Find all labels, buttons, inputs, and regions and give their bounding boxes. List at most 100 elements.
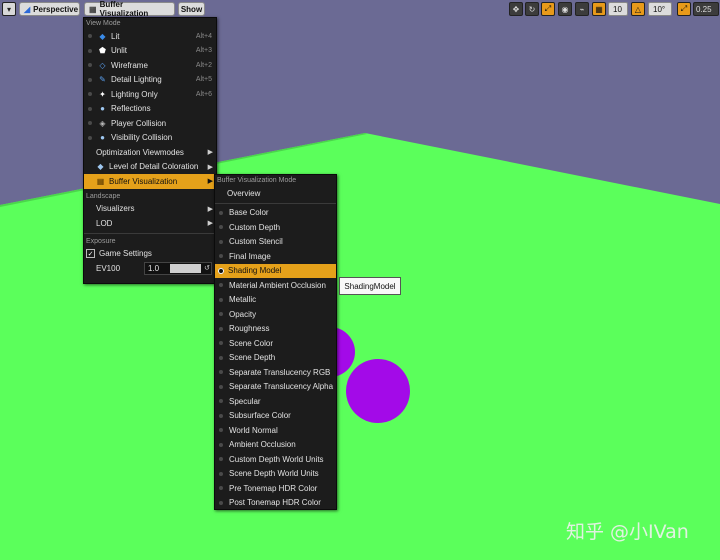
radio-dot-icon — [219, 486, 223, 491]
show-label: Show — [180, 4, 203, 14]
scale-icon[interactable]: ⤢ — [541, 2, 555, 16]
buffer-mode-item[interactable]: Base Color — [215, 206, 336, 221]
ev100-field[interactable]: 1.0 ↺ — [144, 261, 212, 275]
submenu-arrow-icon: ▶ — [207, 178, 213, 186]
menu-item-lit[interactable]: ◆ Lit Alt+4 — [84, 29, 216, 44]
buffer-mode-item[interactable]: Custom Depth — [215, 220, 336, 235]
view-mode-header: View Mode — [86, 20, 121, 27]
shortcut-text: Alt+6 — [195, 90, 212, 98]
buffer-grid-icon: ▦ — [96, 176, 105, 186]
menu-item-label: Custom Stencil — [229, 237, 283, 247]
ev100-slider-track[interactable] — [170, 263, 201, 273]
buffer-mode-item[interactable]: Roughness — [215, 322, 336, 337]
view-mode-menu: View Mode ◆ Lit Alt+4 ⬟ Unlit Alt+3 ◇ Wi… — [83, 17, 217, 284]
menu-item-lod-coloration[interactable]: ◆ Level of Detail Coloration ▶ — [84, 160, 216, 175]
rotate-icon[interactable]: ↻ — [525, 2, 539, 16]
buffer-visualization-button[interactable]: ▦ Buffer Visualization — [84, 0, 175, 18]
exposure-header: Exposure — [86, 237, 116, 245]
buffer-mode-item[interactable]: Separate Translucency RGB — [215, 365, 336, 380]
buffer-mode-item[interactable]: Final Image — [215, 249, 336, 264]
buffer-mode-item[interactable]: Scene Depth — [215, 351, 336, 366]
angle-snap-value[interactable]: 10° — [648, 2, 672, 16]
scale-snap-icon[interactable]: ⤢ — [677, 2, 691, 16]
buffer-mode-item[interactable]: Specular — [215, 394, 336, 409]
buffer-mode-item[interactable]: Shading Model — [215, 263, 336, 278]
radio-dot-icon — [219, 413, 223, 418]
grid-snap-icon[interactable]: ▦ — [592, 2, 606, 16]
show-button[interactable]: Show — [178, 2, 205, 16]
radio-dot-icon — [219, 457, 223, 462]
menu-item-label: Roughness — [229, 324, 270, 334]
menu-item-player-collision[interactable]: ◈ Player Collision — [84, 116, 216, 131]
menu-item-lod[interactable]: LOD ▶ — [84, 216, 216, 231]
menu-item-visibility-collision[interactable]: ● Visibility Collision — [84, 131, 216, 146]
menu-item-detail-lighting[interactable]: ✎ Detail Lighting Alt+5 — [84, 73, 216, 88]
world-local-icon[interactable]: ◉ — [558, 2, 572, 16]
refresh-icon[interactable]: ↺ — [204, 264, 210, 272]
menu-item-label: Scene Depth World Units — [229, 469, 319, 479]
menu-item-optimization-viewmodes[interactable]: Optimization Viewmodes ▶ — [84, 145, 216, 160]
submenu-arrow-icon: ▶ — [207, 220, 213, 228]
menu-item-label: Visibility Collision — [111, 133, 173, 143]
surface-snap-icon[interactable]: ⌁ — [575, 2, 589, 16]
radio-dot-icon — [219, 312, 223, 317]
radio-dot-icon — [219, 399, 223, 404]
menu-item-label: Shading Model — [228, 266, 282, 276]
eye-sphere-icon: ● — [100, 133, 105, 143]
chevron-down-icon: ▾ — [6, 4, 11, 14]
buffer-mode-item[interactable]: Subsurface Color — [215, 409, 336, 424]
buffer-mode-item[interactable]: Opacity — [215, 307, 336, 322]
buffer-mode-item[interactable]: Pre Tonemap HDR Color — [215, 481, 336, 496]
buffer-mode-item[interactable]: Metallic — [215, 293, 336, 308]
menu-item-label: Game Settings — [99, 249, 152, 259]
radio-dot-icon — [219, 500, 223, 505]
radio-dot-icon — [88, 135, 92, 140]
menu-item-game-settings[interactable]: ✓ Game Settings — [84, 247, 216, 262]
submenu-arrow-icon: ▶ — [207, 205, 213, 213]
translate-icon[interactable]: ✥ — [509, 2, 523, 16]
menu-item-label: Optimization Viewmodes — [96, 147, 184, 157]
buffer-mode-item[interactable]: Custom Depth World Units — [215, 452, 336, 467]
watermark-text: 知乎 @小IVan — [566, 521, 689, 543]
menu-item-label: Separate Translucency RGB — [229, 367, 331, 377]
menu-item-label: Detail Lighting — [111, 75, 162, 85]
radio-dot-icon — [88, 77, 92, 82]
menu-item-visualizers[interactable]: Visualizers ▶ — [84, 202, 216, 217]
menu-item-label: Lighting Only — [111, 89, 158, 99]
menu-item-lighting-only[interactable]: ✦ Lighting Only Alt+6 — [84, 87, 216, 102]
menu-item-label: Specular — [229, 396, 261, 406]
menu-item-label: Unlit — [111, 46, 128, 56]
radio-dot-icon — [219, 428, 223, 433]
buffer-mode-item[interactable]: Ambient Occlusion — [215, 438, 336, 453]
menu-item-unlit[interactable]: ⬟ Unlit Alt+3 — [84, 44, 216, 59]
game-settings-checkbox[interactable]: ✓ — [86, 249, 95, 259]
menu-item-buffer-visualization[interactable]: ▦ Buffer Visualization ▶ — [84, 174, 216, 189]
buffer-mode-item[interactable]: Scene Color — [215, 336, 336, 351]
menu-item-label: Player Collision — [111, 118, 167, 128]
menu-item-label: Metallic — [229, 295, 257, 305]
buffer-mode-item[interactable]: Scene Depth World Units — [215, 467, 336, 482]
menu-item-wireframe[interactable]: ◇ Wireframe Alt+2 — [84, 58, 216, 73]
menu-item-label: Reflections — [111, 104, 151, 114]
menu-item-label: Pre Tonemap HDR Color — [229, 483, 318, 493]
scale-snap-value-text: 0.25 — [696, 4, 712, 14]
buffer-mode-item[interactable]: Custom Stencil — [215, 235, 336, 250]
radio-dot-icon — [88, 34, 92, 39]
menu-item-label: Overview — [227, 188, 261, 198]
radio-dot-icon — [219, 384, 223, 389]
menu-item-label: LOD — [96, 218, 113, 228]
buffer-mode-item[interactable]: World Normal — [215, 423, 336, 438]
menu-item-overview[interactable]: Overview — [215, 186, 336, 201]
perspective-button[interactable]: ◢ Perspective — [19, 2, 80, 16]
angle-snap-icon[interactable]: △ — [631, 2, 645, 16]
scale-snap-value[interactable]: 0.25 — [693, 2, 719, 16]
buffer-mode-item[interactable]: Material Ambient Occlusion — [215, 278, 336, 293]
viewport-options-button[interactable]: ▾ — [2, 2, 16, 16]
menu-item-reflections[interactable]: ● Reflections — [84, 102, 216, 117]
grid-snap-value-text: 10 — [613, 4, 622, 14]
menu-item-label: Material Ambient Occlusion — [229, 280, 326, 290]
buffer-mode-item[interactable]: Separate Translucency Alpha — [215, 380, 336, 395]
grid-snap-value[interactable]: 10 — [608, 2, 628, 16]
buffer-visualization-label: Buffer Visualization — [99, 0, 149, 18]
buffer-mode-item[interactable]: Post Tonemap HDR Color — [215, 496, 336, 511]
